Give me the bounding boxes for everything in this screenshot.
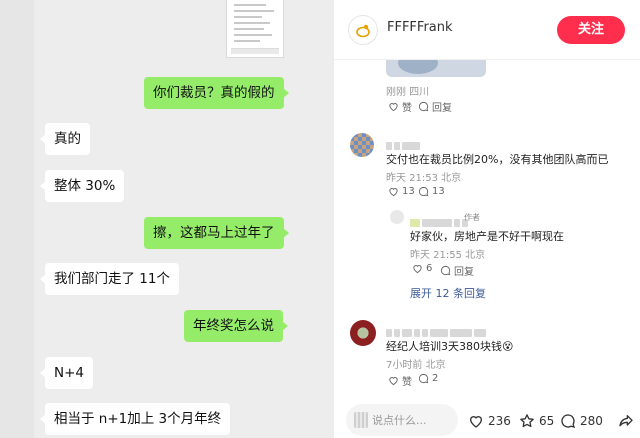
heart-icon	[469, 416, 483, 428]
replier-avatar[interactable]	[390, 210, 404, 224]
reply-label: 回复	[454, 267, 474, 278]
replier-name-redacted	[410, 212, 470, 227]
chat-message-outgoing: 年终奖怎么说	[184, 310, 288, 342]
comment-meta: 刚刚 四川	[386, 87, 430, 98]
chat-bubble-icon	[418, 186, 429, 197]
reply-button[interactable]: 回复	[440, 263, 474, 278]
chat-bubble-icon	[440, 265, 451, 276]
bird-icon	[356, 24, 370, 38]
chat-message-incoming: N+4	[40, 357, 93, 389]
chat-bubble-icon	[561, 414, 575, 428]
like-post-button[interactable]: 236	[468, 413, 511, 429]
author-tag: 作者	[464, 213, 480, 222]
like-button[interactable]: 赞	[388, 373, 412, 388]
author-name[interactable]: FFFFFrank	[387, 20, 453, 35]
commenter-avatar[interactable]	[350, 133, 374, 157]
comment-text: 经纪人培训3天380块钱😵	[386, 340, 514, 353]
chat-panel: 你们裁员？真的假的 真的 整体 30% 擦，这都马上过年了 我们部门走了 11个…	[0, 0, 333, 438]
like-count: 13	[402, 186, 415, 197]
share-icon	[619, 415, 633, 427]
chat-bubble-icon	[418, 373, 429, 384]
chat-message-incoming: 相当于 n+1加上 3个月年终	[39, 403, 231, 435]
chat-message-outgoing: 擦，这都马上过年了	[144, 217, 288, 249]
screenshot-root: 你们裁员？真的假的 真的 整体 30% 擦，这都马上过年了 我们部门走了 11个…	[0, 0, 640, 438]
post-like-count: 236	[488, 414, 511, 428]
chat-message-incoming: 真的	[40, 123, 90, 155]
heart-icon	[389, 188, 398, 197]
follow-button[interactable]: 关注	[557, 16, 625, 44]
chat-left-edge	[0, 0, 34, 438]
chat-bubble-icon	[418, 101, 429, 112]
heart-icon	[389, 103, 398, 112]
like-count: 6	[426, 263, 433, 274]
comment-input[interactable]	[372, 404, 456, 436]
reply-label: 回复	[432, 103, 452, 114]
heart-icon	[389, 377, 398, 386]
chat-message-incoming: 我们部门走了 11个	[40, 263, 179, 295]
commenter-avatar[interactable]	[350, 320, 376, 346]
reply-count: 2	[432, 373, 439, 384]
comment-image-preview[interactable]	[386, 60, 486, 77]
comment-input-wrapper[interactable]	[346, 404, 458, 436]
like-label: 赞	[402, 377, 412, 388]
author-avatar[interactable]	[348, 15, 378, 45]
reply-count: 13	[432, 186, 445, 197]
comments-panel: FFFFFrank 关注 刚刚 四川 赞 回复 交付也在裁员比例20%，没有其他…	[334, 0, 640, 438]
like-button[interactable]: 赞	[388, 99, 412, 114]
chat-message-outgoing: 你们裁员？真的假的	[144, 77, 288, 109]
comment-text: 交付也在裁员比例20%，没有其他团队高而已	[386, 153, 609, 166]
favorite-post-button[interactable]: 65	[519, 413, 554, 429]
share-button[interactable]	[618, 413, 634, 429]
like-button[interactable]: 6	[412, 263, 432, 274]
comment-post-button[interactable]: 280	[560, 413, 603, 429]
expand-replies-link[interactable]: 展开 12 条回复	[410, 285, 486, 301]
reply-text: 好家伙，房地产是不好干啊现在	[410, 230, 564, 243]
reply-button[interactable]: 回复	[418, 99, 452, 114]
post-comment-count: 280	[580, 414, 603, 428]
like-button[interactable]: 13	[388, 186, 415, 197]
reply-button[interactable]: 2	[418, 373, 438, 384]
bottom-action-bar: 236 65 280	[334, 402, 640, 438]
commenter-name-redacted	[386, 322, 488, 337]
heart-icon	[413, 265, 422, 274]
comment-meta: 7小时前 北京	[386, 360, 446, 371]
star-icon	[520, 414, 534, 428]
post-header: FFFFFrank 关注	[334, 0, 640, 60]
comment-meta: 昨天 21:53 北京	[386, 173, 462, 184]
shared-image-thumbnail[interactable]	[226, 0, 284, 58]
like-label: 赞	[402, 103, 412, 114]
reply-button[interactable]: 13	[418, 186, 445, 197]
reply-meta: 昨天 21:55 北京	[410, 250, 486, 261]
post-favorite-count: 65	[539, 414, 555, 428]
pen-icon	[354, 412, 368, 428]
chat-message-incoming: 整体 30%	[39, 170, 125, 202]
commenter-name-redacted	[386, 135, 422, 150]
